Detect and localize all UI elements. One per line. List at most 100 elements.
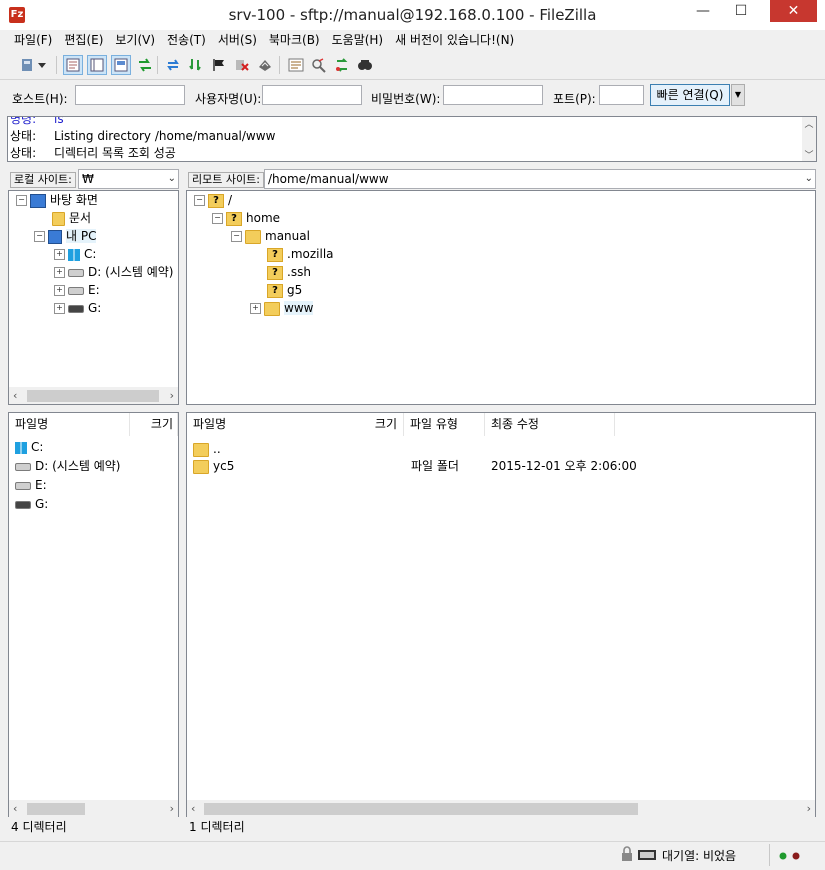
menu-help[interactable]: 도움말(H) [326, 30, 390, 50]
log-line: 상태: Listing directory /home/manual/www [10, 129, 276, 143]
drive-icon [15, 462, 31, 471]
port-label: 포트(P): [553, 92, 596, 106]
local-site-bar: 로컬 사이트: ₩ ⌄ [8, 169, 179, 190]
list-item[interactable]: D: (시스템 예약) [15, 457, 120, 476]
tree-node[interactable]: − 바탕 화면 [16, 191, 98, 209]
remote-list-hscrollbar[interactable]: ‹ › [187, 800, 815, 817]
close-button[interactable]: ✕ [770, 0, 817, 22]
local-list-hscrollbar[interactable]: ‹ › [9, 800, 178, 817]
directory-comparison-icon[interactable] [332, 55, 352, 75]
computer-icon [48, 229, 62, 244]
directory-listing-filters-icon[interactable] [286, 55, 306, 75]
folder-icon [264, 301, 280, 316]
toggle-log-icon[interactable] [63, 55, 83, 75]
tree-node[interactable]: −? home [212, 209, 280, 227]
reconnect-icon[interactable] [255, 55, 275, 75]
tree-node[interactable]: + www [250, 299, 314, 317]
folder-icon [193, 442, 209, 457]
column-header-size[interactable]: 크기 [330, 413, 404, 436]
tree-node[interactable]: + E: [54, 281, 100, 299]
site-manager-icon[interactable] [18, 55, 38, 75]
column-header-size[interactable]: 크기 [130, 413, 178, 436]
refresh-icon[interactable] [163, 55, 183, 75]
cancel-operation-icon[interactable] [209, 55, 229, 75]
tree-node[interactable]: ? .ssh [267, 263, 311, 281]
tree-node[interactable]: −? / [194, 191, 232, 209]
tree-node[interactable]: + D: (시스템 예약) [54, 263, 173, 281]
message-log[interactable]: 명령: ls 상태: Listing directory /home/manual/… [7, 116, 817, 162]
menu-edit[interactable]: 편집(E) [58, 30, 109, 50]
password-input[interactable] [443, 85, 543, 105]
lock-icon [620, 846, 634, 865]
tree-node[interactable]: − 내 PC [34, 227, 97, 245]
disconnect-icon[interactable] [232, 55, 252, 75]
menu-transfer[interactable]: 전송(T) [161, 30, 212, 50]
unknown-folder-icon: ? [267, 283, 283, 298]
port-input[interactable] [599, 85, 644, 105]
list-item[interactable]: C: [15, 438, 43, 457]
column-header-filetype[interactable]: 파일 유형 [404, 413, 485, 436]
maximize-button[interactable]: ☐ [726, 0, 756, 22]
menu-bookmarks[interactable]: 북마크(B) [263, 30, 326, 50]
menu-server[interactable]: 서버(S) [212, 30, 263, 50]
local-tree-hscrollbar[interactable]: ‹ › [9, 387, 178, 404]
column-header-last-modified[interactable]: 최종 수정 [485, 413, 615, 436]
unknown-folder-icon: ? [226, 211, 242, 226]
column-header-filename[interactable]: 파일명 ˄ [9, 413, 130, 436]
unknown-folder-icon: ? [208, 193, 224, 208]
quickconnect-dropdown-button[interactable]: ▼ [731, 84, 745, 106]
desktop-icon [30, 193, 46, 208]
menu-new-version[interactable]: 새 버전이 있습니다!(N) [389, 30, 520, 50]
host-input[interactable] [75, 85, 185, 105]
queue-status: 대기열: 비었음 [662, 849, 737, 863]
folder-icon [193, 459, 209, 474]
local-path-combo[interactable]: ₩ ⌄ [78, 169, 179, 189]
remote-path-combo[interactable]: /home/manual/www ⌄ [264, 169, 816, 189]
menu-view[interactable]: 보기(V) [109, 30, 161, 50]
remote-site-bar: 리모트 사이트: /home/manual/www ⌄ [186, 169, 816, 190]
password-label: 비밀번호(W): [371, 92, 441, 106]
drive-icon [68, 286, 84, 295]
toggle-queue-icon[interactable] [135, 55, 155, 75]
list-item[interactable]: G: [15, 495, 48, 514]
remote-site-label: 리모트 사이트: [188, 172, 264, 188]
tree-node[interactable]: 문서 [52, 209, 91, 227]
log-line: 상태: 디렉터리 목록 조회 성공 [10, 146, 176, 160]
remote-file-list[interactable]: 파일명 ˄ 크기 파일 유형 최종 수정 .. yc5 파일 폴더 2015-12… [186, 412, 816, 818]
log-scrollbar[interactable]: ︿ ﹀ [802, 117, 816, 161]
drive-icon [68, 268, 84, 277]
site-manager-dropdown-icon[interactable] [36, 55, 48, 75]
folder-icon [52, 211, 65, 226]
quickconnect-button[interactable]: 빠른 연결(Q) [650, 84, 730, 106]
folder-icon [245, 229, 261, 244]
log-line: 명령: ls [10, 116, 64, 126]
toggle-remote-tree-icon[interactable] [111, 55, 131, 75]
process-queue-icon[interactable] [186, 55, 206, 75]
tree-node[interactable]: ? .mozilla [267, 245, 334, 263]
toggle-local-tree-icon[interactable] [87, 55, 107, 75]
receive-indicator-icon [779, 849, 787, 863]
quickconnect-bar: 호스트(H): 사용자명(U): 비밀번호(W): 포트(P): 빠른 연결(Q… [0, 82, 825, 112]
minimize-button[interactable]: — [688, 0, 718, 22]
send-indicator-icon [792, 849, 800, 863]
windows-drive-icon [15, 441, 27, 454]
drive-icon [15, 500, 31, 509]
local-file-list[interactable]: 파일명 ˄ 크기 C: D: (시스템 예약) E: G: ‹ › [8, 412, 179, 818]
list-item[interactable]: yc5 파일 폴더 2015-12-01 오후 2:06:00 [193, 457, 813, 476]
remote-tree[interactable]: −? / −? home − manual ? .mozilla ? .ssh ? g5 +… [186, 190, 816, 405]
list-item[interactable]: E: [15, 476, 47, 495]
search-remote-files-icon[interactable] [355, 55, 375, 75]
local-tree[interactable]: − 바탕 화면 문서 − 내 PC + C: + D: (시스템 예약) + E: + G:… [8, 190, 179, 405]
username-label: 사용자명(U): [195, 92, 262, 106]
tree-node[interactable]: − manual [231, 227, 310, 245]
title-bar: Fz srv-100 - sftp://manual@192.168.0.100… [0, 0, 825, 31]
drive-icon [68, 304, 84, 313]
menu-file[interactable]: 파일(F) [8, 30, 58, 50]
menu-bar: 파일(F) 편집(E) 보기(V) 전송(T) 서버(S) 북마크(B) 도움말(H) 새 버… [0, 30, 825, 50]
username-input[interactable] [262, 85, 362, 105]
tree-node[interactable]: + C: [54, 245, 96, 263]
tree-node[interactable]: + G: [54, 299, 101, 317]
synchronized-browsing-icon[interactable] [309, 55, 329, 75]
remote-status: 1 디렉터리 [186, 817, 816, 837]
tree-node[interactable]: ? g5 [267, 281, 302, 299]
